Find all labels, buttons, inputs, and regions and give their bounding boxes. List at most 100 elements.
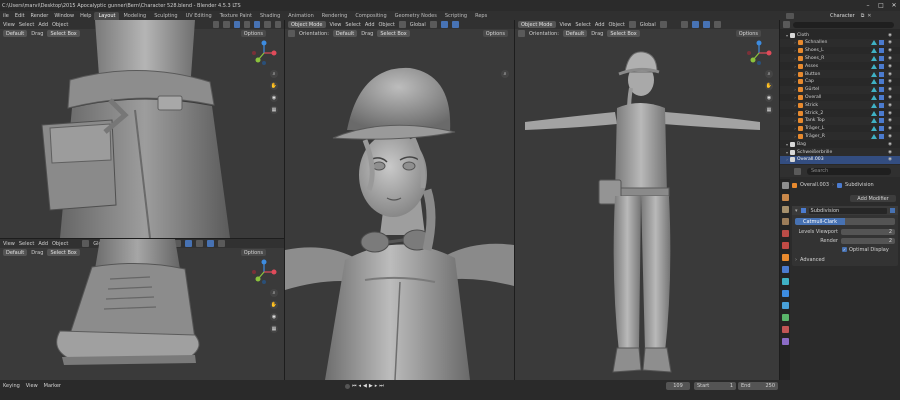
zoom-icon[interactable]: ⌕ xyxy=(501,70,509,78)
add-modifier-button[interactable]: Add Modifier xyxy=(850,195,896,202)
camera-icon[interactable]: ◉ xyxy=(270,313,278,321)
properties-editor-icon[interactable] xyxy=(794,167,801,175)
viewport-middle[interactable]: Object Mode View Select Add Object Globa… xyxy=(285,20,514,380)
visibility-eye-icon[interactable]: ◉ xyxy=(888,134,898,139)
render-levels-field[interactable]: 2 xyxy=(841,237,895,244)
zoom-icon[interactable]: ⌕ xyxy=(270,289,278,297)
output-tab-icon[interactable] xyxy=(781,206,789,213)
visibility-eye-icon[interactable]: ◉ xyxy=(888,48,898,53)
navigation-gizmo[interactable] xyxy=(251,40,277,66)
outliner-row[interactable]: › Button ◉ xyxy=(780,70,900,78)
grid-icon[interactable]: ▦ xyxy=(765,106,773,114)
visibility-eye-icon[interactable]: ◉ xyxy=(888,40,898,45)
play-icon[interactable]: ▶ xyxy=(369,383,373,389)
viewport-bottom-left[interactable]: View Select Add Object Global Default Dr… xyxy=(0,239,284,380)
outliner[interactable]: ▾ Cloth ◉ › Schnallen ◉ › Shoes_L ◉ › Shoes_R ◉ › Ass… xyxy=(780,20,900,165)
menu-file[interactable]: ile xyxy=(0,13,12,19)
workspace-tab-reps[interactable]: Reps xyxy=(471,12,491,20)
outliner-row[interactable]: › Strick ◉ xyxy=(780,101,900,110)
texture-tab-icon[interactable] xyxy=(781,338,789,345)
workspace-tab-sculpting[interactable]: Sculpting xyxy=(150,12,181,20)
visibility-eye-icon[interactable]: ◉ xyxy=(888,87,898,92)
collapse-icon[interactable]: ▾ xyxy=(795,208,798,214)
outliner-row[interactable]: › Gürtel ◉ xyxy=(780,85,900,94)
record-icon[interactable] xyxy=(345,383,350,389)
zoom-icon[interactable]: ⌕ xyxy=(765,70,773,78)
view-layer-tab-icon[interactable] xyxy=(781,218,789,225)
constraints-tab-icon[interactable] xyxy=(781,302,789,309)
outliner-row[interactable]: › Shoes_L ◉ xyxy=(780,47,900,55)
prev-key-icon[interactable]: ◂ xyxy=(359,383,362,389)
modifier-tab-icon[interactable] xyxy=(781,266,789,273)
navigation-gizmo[interactable] xyxy=(746,40,772,66)
menu-help[interactable]: Help xyxy=(77,13,94,19)
maximize-icon[interactable]: □ xyxy=(877,1,885,9)
menu-edit[interactable]: Edit xyxy=(12,13,28,19)
play-reverse-icon[interactable]: ◀ xyxy=(363,383,367,389)
next-key-icon[interactable]: ▸ xyxy=(375,383,378,389)
workspace-tab-animation[interactable]: Animation xyxy=(284,12,318,20)
outliner-row[interactable]: ▾ Schweißerbrille ◉ xyxy=(780,148,900,156)
expand-icon[interactable]: › xyxy=(795,257,797,263)
levels-viewport-field[interactable]: 2 xyxy=(841,228,895,235)
workspace-tab-shading[interactable]: Shading xyxy=(256,12,284,20)
jump-start-icon[interactable]: ⏮ xyxy=(352,383,357,389)
outliner-row[interactable]: ▾ Bag ◉ xyxy=(780,140,900,148)
simple-button[interactable] xyxy=(845,218,895,225)
pan-hand-icon[interactable]: ✋ xyxy=(765,82,773,90)
properties-panel[interactable]: Search Overall.003 › Subdivision Add Mod… xyxy=(780,165,900,380)
visibility-eye-icon[interactable]: ◉ xyxy=(888,157,898,162)
outliner-search-input[interactable] xyxy=(793,21,894,28)
outliner-row[interactable]: › Strick_2 ◉ xyxy=(780,109,900,117)
menu-render[interactable]: Render xyxy=(28,13,52,19)
menu-view[interactable]: View xyxy=(26,383,38,389)
workspace-tab-modeling[interactable]: Modeling xyxy=(119,12,150,20)
properties-search-input[interactable]: Search xyxy=(807,167,891,175)
workspace-tab-geometry-nodes[interactable]: Geometry Nodes xyxy=(391,12,441,20)
visibility-eye-icon[interactable]: ◉ xyxy=(888,126,898,131)
copy-icon[interactable]: ⧉ xyxy=(861,13,865,19)
pan-hand-icon[interactable]: ✋ xyxy=(270,301,278,309)
outliner-row[interactable]: › Shoes_R ◉ xyxy=(780,54,900,63)
navigation-gizmo[interactable] xyxy=(251,259,277,285)
visibility-eye-icon[interactable]: ◉ xyxy=(888,33,898,38)
jump-end-icon[interactable]: ⏭ xyxy=(379,383,384,389)
world-tab-icon[interactable] xyxy=(781,242,789,249)
viewport-right[interactable]: Object Mode View Select Add Object Globa… xyxy=(515,20,779,380)
zoom-icon[interactable]: ⌕ xyxy=(270,70,278,78)
visibility-eye-icon[interactable]: ◉ xyxy=(888,95,898,100)
material-tab-icon[interactable] xyxy=(781,326,789,333)
camera-icon[interactable]: ◉ xyxy=(270,94,278,102)
visibility-eye-icon[interactable]: ◉ xyxy=(888,118,898,123)
workspace-tab-scripting[interactable]: Scripting xyxy=(441,12,471,20)
scene-tab-icon[interactable] xyxy=(781,230,789,237)
close-icon[interactable]: ✕ xyxy=(890,1,898,9)
current-frame-field[interactable]: 109 xyxy=(666,382,690,390)
start-frame-field[interactable]: Start 1 xyxy=(694,382,736,390)
outliner-row[interactable]: › Tank Top ◉ xyxy=(780,116,900,125)
object-tab-icon[interactable] xyxy=(781,254,789,261)
physics-tab-icon[interactable] xyxy=(781,290,789,297)
menu-window[interactable]: Window xyxy=(51,13,77,19)
visibility-eye-icon[interactable]: ◉ xyxy=(888,142,898,147)
outliner-row[interactable]: › Träger_R ◉ xyxy=(780,132,900,141)
pan-hand-icon[interactable]: ✋ xyxy=(270,82,278,90)
grid-icon[interactable]: ▦ xyxy=(270,106,278,114)
render-tab-icon[interactable] xyxy=(781,194,789,201)
tool-tab-icon[interactable] xyxy=(781,182,789,189)
workspace-tab-texture-paint[interactable]: Texture Paint xyxy=(216,12,256,20)
visibility-eye-icon[interactable]: ◉ xyxy=(888,56,898,61)
camera-icon[interactable]: ◉ xyxy=(765,94,773,102)
data-tab-icon[interactable] xyxy=(781,314,789,321)
advanced-subpanel[interactable]: › Advanced xyxy=(795,256,825,263)
workspace-tab-rendering[interactable]: Rendering xyxy=(318,12,352,20)
optimal-display-checkbox[interactable]: ✓ xyxy=(842,247,847,252)
visibility-eye-icon[interactable]: ◉ xyxy=(888,103,898,108)
grid-icon[interactable]: ▦ xyxy=(270,325,278,333)
visibility-eye-icon[interactable]: ◉ xyxy=(888,79,898,84)
minimize-icon[interactable]: – xyxy=(864,1,872,9)
filter-icon[interactable] xyxy=(783,21,790,28)
outliner-row[interactable]: › Asses ◉ xyxy=(780,62,900,70)
end-frame-field[interactable]: End 250 xyxy=(738,382,778,390)
outliner-row[interactable]: › Overall ◉ xyxy=(780,93,900,101)
